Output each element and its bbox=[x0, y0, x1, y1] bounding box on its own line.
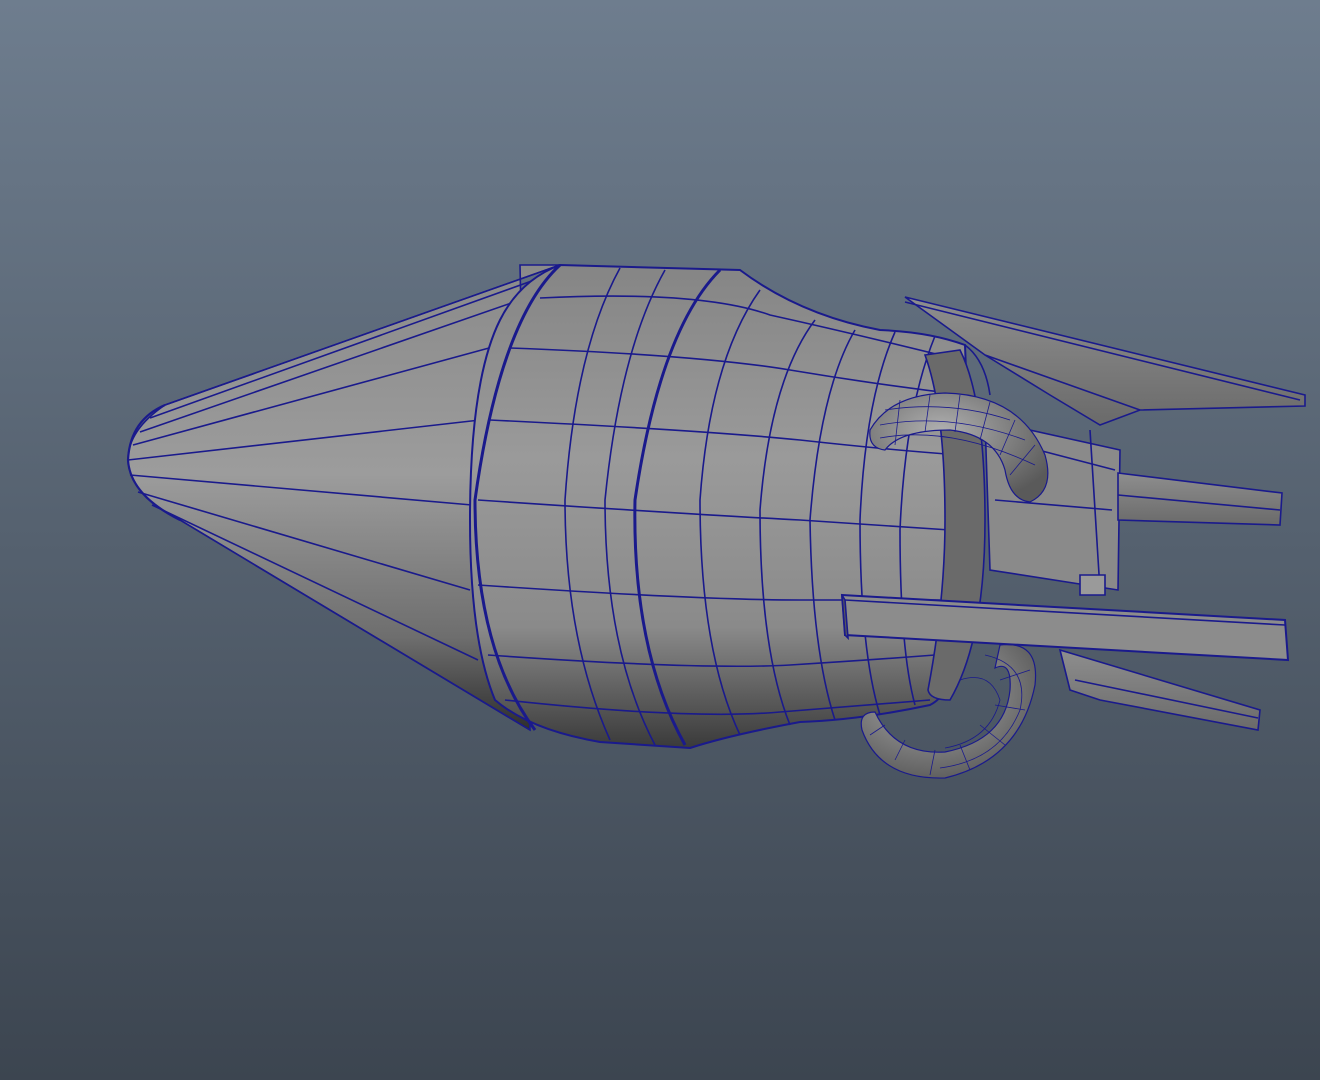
fuselage[interactable] bbox=[468, 263, 977, 750]
3d-viewport[interactable] bbox=[0, 0, 1320, 1080]
lower-fin[interactable] bbox=[1058, 648, 1261, 731]
viewport-canvas[interactable] bbox=[0, 0, 1320, 1080]
side-fin-upper[interactable] bbox=[1117, 472, 1283, 526]
rocket-model[interactable] bbox=[126, 263, 1306, 779]
